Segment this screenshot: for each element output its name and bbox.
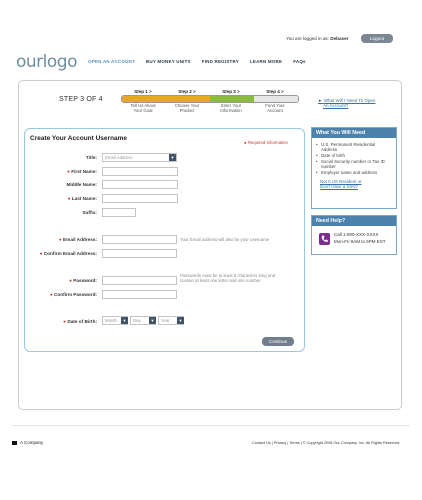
main-nav: OPEN AN ACCOUNT BUY MONEY UNITS FIND REG…	[88, 59, 306, 64]
need-list: U.S. Permanent Residential Address Date …	[312, 138, 396, 175]
need-item: U.S. Permanent Residential Address	[316, 142, 392, 153]
email-label: ● Email Address:	[58, 237, 97, 242]
help-phone: Call 1-800-XXX-XXXX	[334, 232, 379, 237]
what-will-i-need-link[interactable]: ► What Will I Need To Open An Account?	[318, 98, 375, 108]
title-label: Title:	[85, 155, 97, 160]
need-item: Employer name and address	[316, 170, 392, 176]
step-labels: Step 1 > Step 2 > Step 3 > Step 4 >	[121, 89, 297, 94]
step-1-segment	[122, 96, 166, 102]
nav-buy-money-units[interactable]: BUY MONEY UNITS	[146, 59, 191, 64]
what-you-need-box: What You Will Need U.S. Permanent Reside…	[311, 127, 397, 209]
chevron-down-icon[interactable]: ▼	[121, 317, 128, 324]
need-item: Social Security number or Tax ID number	[316, 159, 392, 170]
logout-button[interactable]: Logout	[361, 34, 393, 43]
title-select[interactable]: Email Address	[102, 153, 177, 162]
step-descriptions: Tell Us About Your Goal Choose Your Produc…	[121, 103, 297, 113]
suffix-label: Suffix:	[82, 210, 97, 215]
required-info-note: ● Required Information	[244, 140, 288, 145]
username: Debaser	[330, 36, 349, 41]
confirm-password-input[interactable]	[102, 290, 177, 299]
login-prefix: You are logged in as:	[286, 36, 329, 41]
step-3-desc: Enter Your Information	[220, 103, 242, 113]
middle-name-label: Middle Name:	[66, 182, 97, 187]
last-name-input[interactable]	[102, 194, 178, 203]
chevron-down-icon[interactable]: ▼	[177, 317, 184, 324]
need-item: Date of birth	[316, 153, 392, 159]
first-name-label: ● First Name:	[67, 169, 97, 174]
step-2-segment	[166, 96, 210, 102]
password-hint: Passwords must be at least 8 characters …	[180, 273, 276, 283]
step-progress-bar	[121, 95, 299, 103]
continue-button[interactable]: Continue	[262, 337, 294, 346]
need-help-title: Need Help?	[312, 216, 396, 226]
nav-find-registry[interactable]: FIND REGISTRY	[202, 59, 239, 64]
confirm-email-input[interactable]	[102, 249, 177, 258]
what-you-need-title: What You Will Need	[312, 128, 396, 138]
password-input[interactable]	[102, 276, 177, 285]
chevron-down-icon[interactable]: ▼	[149, 317, 156, 324]
confirm-email-label: ● Confirm Email Address:	[39, 251, 97, 256]
not-us-resident-link[interactable]: Not A US Resident or Don't Have a SSN?	[320, 179, 392, 189]
help-hours: Mon-Fri 9AM to 6PM EST	[334, 238, 386, 244]
step-4-label: Step 4 >	[266, 89, 284, 94]
nav-open-account[interactable]: OPEN AN ACCOUNT	[88, 59, 135, 64]
step-2-desc: Choose Your Product	[174, 103, 200, 113]
last-name-label: ● Last Name:	[67, 196, 97, 201]
email-hint: Your Email address will also be your use…	[180, 237, 270, 242]
nav-faqs[interactable]: FAQs	[293, 59, 306, 64]
step-title: STEP 3 OF 4	[59, 96, 103, 103]
required-dot-icon: ●	[244, 140, 247, 145]
form-title: Create Your Account Username	[30, 135, 128, 142]
first-name-input[interactable]	[102, 167, 178, 176]
need-help-box: Need Help? Call 1-800-XXX-XXXX Mon-Fri 9…	[311, 215, 397, 255]
step-4-desc: Fund Your Account	[265, 103, 285, 113]
email-input[interactable]	[102, 235, 177, 244]
middle-name-input[interactable]	[102, 180, 178, 189]
step-1-label: Step 1 >	[134, 89, 152, 94]
footer-divider	[12, 425, 410, 426]
login-status: You are logged in as: Debaser	[286, 36, 348, 41]
step-3-label: Step 3 >	[222, 89, 240, 94]
chevron-down-icon[interactable]: ▼	[169, 154, 176, 161]
dob-label: ● Date of Birth:	[63, 319, 97, 324]
step-3-segment	[210, 96, 254, 102]
company-logo-icon	[12, 440, 17, 445]
password-label: ● Password:	[69, 278, 97, 283]
step-4-segment	[254, 96, 298, 102]
step-2-label: Step 2 >	[178, 89, 196, 94]
help-contact: Call 1-800-XXX-XXXX Mon-Fri 9AM to 6PM E…	[334, 232, 386, 245]
footer-links[interactable]: Contact Us | Privacy | Terms | © Copyrig…	[252, 441, 400, 445]
phone-icon	[319, 233, 330, 245]
step-1-desc: Tell Us About Your Goal	[130, 103, 156, 113]
suffix-input[interactable]	[102, 208, 136, 217]
confirm-password-label: ● Confirm Password:	[49, 292, 97, 297]
footer-company: A Company	[12, 440, 43, 445]
nav-learn-more[interactable]: LEARN MORE	[250, 59, 282, 64]
company-name: A Company	[20, 440, 44, 445]
logo[interactable]: ourlogo	[16, 52, 77, 72]
